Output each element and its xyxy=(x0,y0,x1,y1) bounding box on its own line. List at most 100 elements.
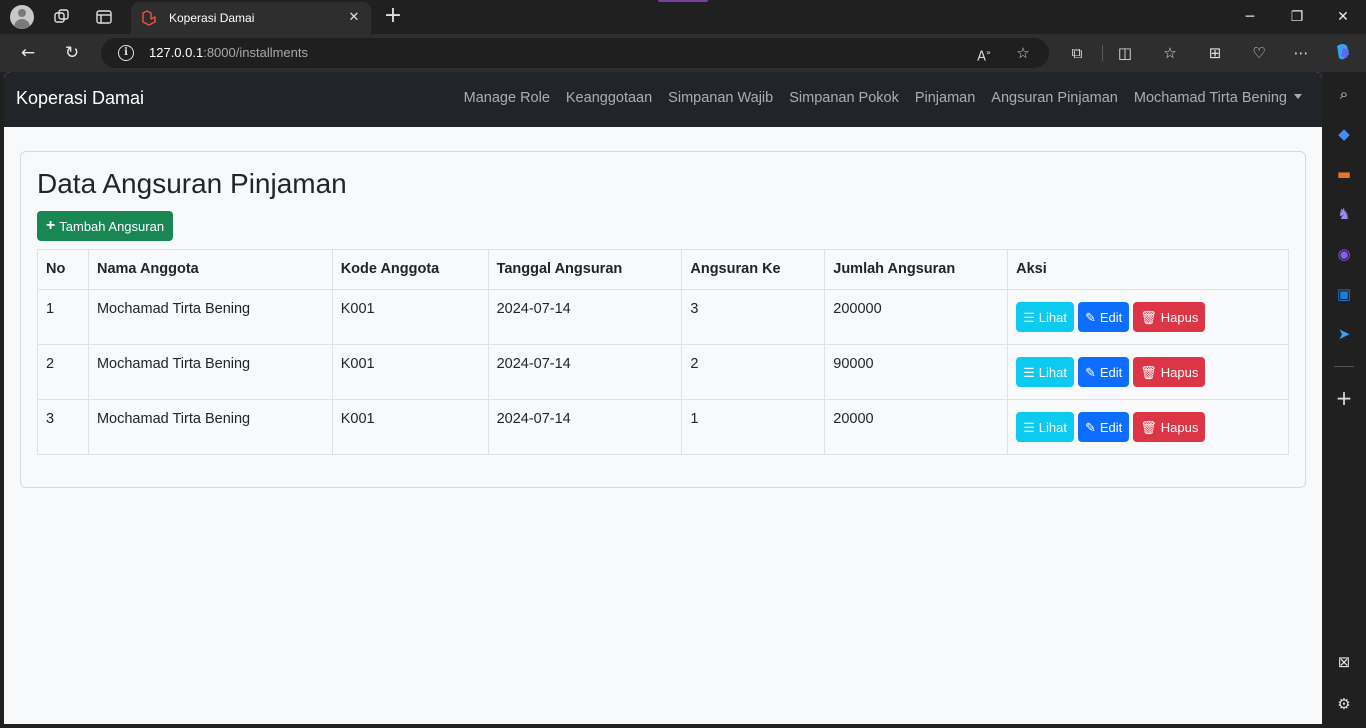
column-header-jumlah-angsuran: Jumlah Angsuran xyxy=(824,249,1009,290)
navbar-brand[interactable]: Koperasi Damai xyxy=(16,88,144,109)
user-dropdown[interactable]: Mochamad Tirta Bening xyxy=(1134,90,1302,106)
delete-button[interactable]: 🗑 Hapus xyxy=(1133,302,1206,332)
nav-link-simpanan-pokok[interactable]: Simpanan Pokok xyxy=(789,90,899,106)
close-window-icon[interactable]: ✕ xyxy=(1329,4,1357,30)
cell-angsuran-ke: 2 xyxy=(681,344,826,400)
edit-button[interactable]: ✎ Edit xyxy=(1077,357,1130,387)
workspaces-icon[interactable] xyxy=(50,5,74,29)
cell-tanggal-angsuran: 2024-07-14 xyxy=(487,344,683,400)
edit-label: Edit xyxy=(1099,309,1123,325)
delete-button[interactable]: 🗑 Hapus xyxy=(1133,412,1206,442)
new-tab-icon[interactable]: + xyxy=(380,4,406,28)
column-header-angsuran-ke: Angsuran Ke xyxy=(681,249,826,290)
restore-icon[interactable]: ❐ xyxy=(1283,4,1311,30)
table-header-row: No Nama Anggota Kode Anggota Tanggal Ang… xyxy=(37,249,1289,290)
page-title: Data Angsuran Pinjaman xyxy=(37,168,347,199)
add-installment-button[interactable]: + Tambah Angsuran xyxy=(37,211,173,241)
games-icon[interactable]: ♞ xyxy=(1332,202,1356,226)
settings-gear-icon[interactable]: ⚙ xyxy=(1332,692,1356,716)
active-tab[interactable]: Koperasi Damai ✕ xyxy=(131,2,371,34)
read-aloud-icon[interactable]: A» xyxy=(973,42,995,64)
cell-no: 2 xyxy=(37,344,89,400)
pencil-square-icon: ✎ xyxy=(1084,309,1096,325)
minimize-icon[interactable]: ─ xyxy=(1236,4,1264,30)
delete-label: Hapus xyxy=(1160,419,1199,435)
cell-jumlah-angsuran: 20000 xyxy=(824,399,1009,455)
hide-sidebar-icon[interactable]: ⊠ xyxy=(1332,650,1356,674)
installments-card: Data Angsuran Pinjaman + Tambah Angsuran… xyxy=(20,151,1306,488)
nav-link-keanggotaan[interactable]: Keanggotaan xyxy=(566,90,652,106)
tools-briefcase-icon[interactable]: ▬ xyxy=(1332,162,1356,186)
browser-tab-strip: Koperasi Damai ✕ + ─ ❐ ✕ xyxy=(0,0,1366,34)
shopping-tag-icon[interactable]: ◆ xyxy=(1332,122,1356,146)
pencil-square-icon: ✎ xyxy=(1084,419,1096,435)
nav-link-pinjaman[interactable]: Pinjaman xyxy=(915,90,975,106)
cell-tanggal-angsuran: 2024-07-14 xyxy=(487,399,683,455)
delete-label: Hapus xyxy=(1160,364,1199,380)
extensions-icon[interactable]: ⧉ xyxy=(1066,42,1088,64)
url-path: :8000/installments xyxy=(203,45,308,60)
accent-indicator xyxy=(658,0,708,2)
app-navbar: Koperasi Damai Manage Role Keanggotaan S… xyxy=(4,72,1322,127)
sidebar-divider xyxy=(1334,366,1354,367)
cell-aksi: ☰ Lihat ✎ Edit 🗑 Hapus xyxy=(1007,399,1289,455)
nav-link-simpanan-wajib[interactable]: Simpanan Wajib xyxy=(668,90,773,106)
add-sidebar-app-icon[interactable]: + xyxy=(1332,386,1356,410)
cell-tanggal-angsuran: 2024-07-14 xyxy=(487,289,683,345)
url-host: 127.0.0.1 xyxy=(149,45,204,60)
row-actions: ☰ Lihat ✎ Edit 🗑 Hapus xyxy=(1016,357,1280,387)
column-header-nama-anggota: Nama Anggota xyxy=(87,249,333,290)
column-header-tanggal-angsuran: Tanggal Angsuran xyxy=(487,249,683,290)
nav-link-angsuran-pinjaman[interactable]: Angsuran Pinjaman xyxy=(991,90,1118,106)
view-label: Lihat xyxy=(1038,419,1067,435)
cell-kode-anggota: K001 xyxy=(331,399,489,455)
cell-aksi: ☰ Lihat ✎ Edit 🗑 Hapus xyxy=(1007,344,1289,400)
cell-kode-anggota: K001 xyxy=(331,344,489,400)
view-label: Lihat xyxy=(1038,364,1067,380)
back-icon[interactable]: ← xyxy=(16,41,40,65)
view-button[interactable]: ☰ Lihat xyxy=(1016,357,1074,387)
pencil-square-icon: ✎ xyxy=(1084,364,1096,380)
cell-no: 3 xyxy=(37,399,89,455)
favorite-star-icon[interactable]: ☆ xyxy=(1012,42,1034,64)
send-icon[interactable]: ➤ xyxy=(1332,322,1356,346)
split-screen-icon[interactable]: ◫ xyxy=(1114,42,1136,64)
list-icon: ☰ xyxy=(1023,364,1035,380)
url-text[interactable]: 127.0.0.1:8000/installments xyxy=(149,45,308,60)
copilot-icon[interactable] xyxy=(1332,42,1354,64)
refresh-icon[interactable]: ↻ xyxy=(60,41,84,65)
browser-toolbar: ← ↻ i 127.0.0.1:8000/installments A» ☆ ⧉… xyxy=(0,34,1366,72)
address-bar[interactable]: i 127.0.0.1:8000/installments A» ☆ xyxy=(101,38,1049,68)
close-tab-icon[interactable]: ✕ xyxy=(345,9,363,27)
view-button[interactable]: ☰ Lihat xyxy=(1016,412,1074,442)
cell-nama-anggota: Mochamad Tirta Bening xyxy=(87,399,333,455)
tab-actions-icon[interactable] xyxy=(92,5,116,29)
trash-icon: 🗑 xyxy=(1140,419,1157,435)
plus-icon: + xyxy=(45,217,56,234)
site-info-icon[interactable]: i xyxy=(118,45,134,61)
collections-icon[interactable]: ⊞ xyxy=(1204,42,1226,64)
view-label: Lihat xyxy=(1038,309,1067,325)
navbar-links: Manage Role Keanggotaan Simpanan Wajib S… xyxy=(464,90,1302,106)
add-installment-label: Tambah Angsuran xyxy=(59,218,165,234)
trash-icon: 🗑 xyxy=(1140,309,1157,325)
more-options-icon[interactable]: ⋯ xyxy=(1290,42,1312,64)
chevron-down-icon xyxy=(1294,94,1302,99)
nav-link-manage-role[interactable]: Manage Role xyxy=(464,90,550,106)
profile-avatar[interactable] xyxy=(10,5,34,29)
delete-button[interactable]: 🗑 Hapus xyxy=(1133,357,1206,387)
edit-label: Edit xyxy=(1099,419,1123,435)
edit-button[interactable]: ✎ Edit xyxy=(1077,412,1130,442)
view-button[interactable]: ☰ Lihat xyxy=(1016,302,1074,332)
search-icon[interactable]: ⌕ xyxy=(1332,82,1356,106)
list-icon: ☰ xyxy=(1023,309,1035,325)
copilot-sidebar-icon[interactable]: ◉ xyxy=(1332,242,1356,266)
cell-jumlah-angsuran: 200000 xyxy=(824,289,1009,345)
outlook-icon[interactable]: ▣ xyxy=(1332,282,1356,306)
edit-button[interactable]: ✎ Edit xyxy=(1077,302,1130,332)
cell-nama-anggota: Mochamad Tirta Bening xyxy=(87,344,333,400)
list-icon: ☰ xyxy=(1023,419,1035,435)
favorites-icon[interactable]: ☆ xyxy=(1159,42,1181,64)
row-actions: ☰ Lihat ✎ Edit 🗑 Hapus xyxy=(1016,412,1280,442)
browser-essentials-icon[interactable]: ♡ xyxy=(1248,42,1270,64)
